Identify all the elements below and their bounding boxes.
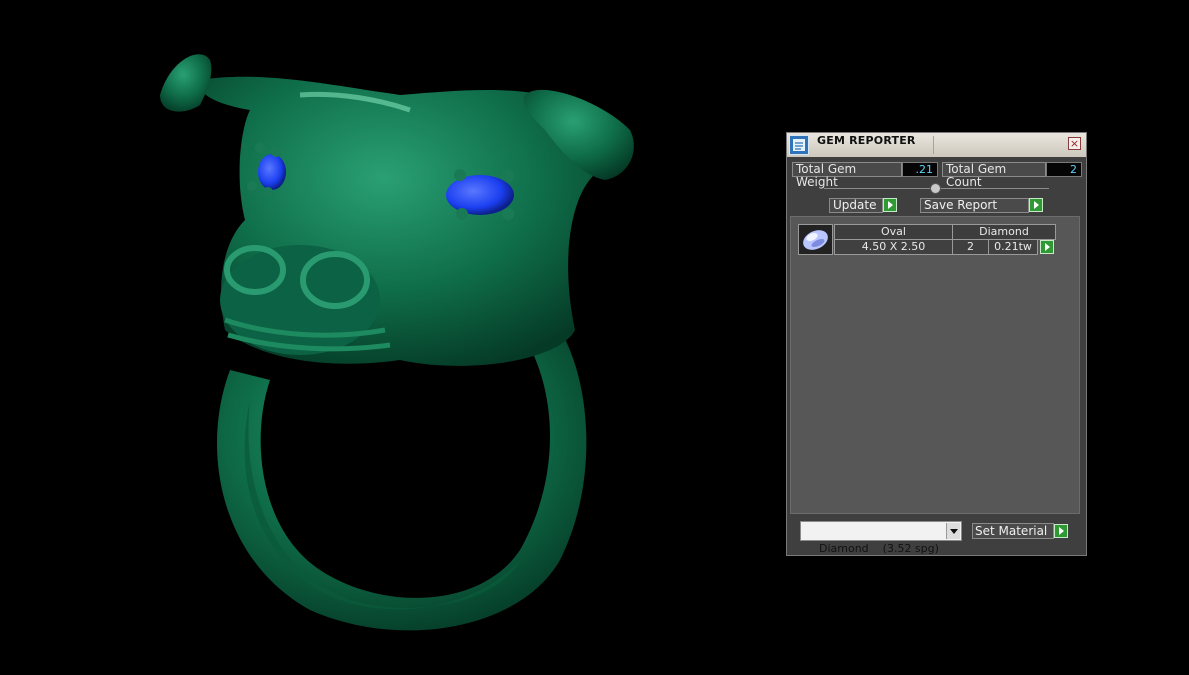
oval-gem-icon[interactable] bbox=[798, 224, 833, 255]
gem-count-cell: 2 bbox=[952, 239, 989, 255]
chevron-down-icon[interactable] bbox=[946, 523, 960, 539]
gem-shape-cell: Oval bbox=[834, 224, 953, 240]
gem-list: Oval Diamond 4.50 X 2.50 2 0.21tw bbox=[790, 216, 1080, 514]
gem-weight-cell: 0.21tw bbox=[988, 239, 1038, 255]
total-gem-count-label: Total Gem Count bbox=[942, 162, 1046, 189]
ring-model[interactable] bbox=[160, 54, 634, 631]
set-material-button[interactable]: Set Material bbox=[972, 523, 1054, 539]
gem-row-go-icon[interactable] bbox=[1040, 240, 1054, 254]
gem-size-cell: 4.50 X 2.50 bbox=[834, 239, 953, 255]
gem-reporter-panel: GEM REPORTER × Total Gem Weight .21 Tota… bbox=[786, 132, 1087, 556]
material-select[interactable]: Diamond (3.52 spg) bbox=[800, 521, 962, 555]
gem-reporter-icon bbox=[789, 135, 809, 155]
splitter-handle[interactable] bbox=[930, 183, 941, 194]
material-select-value: Diamond (3.52 spg) bbox=[819, 542, 939, 555]
save-report-go-icon[interactable] bbox=[1029, 198, 1043, 212]
title-bar[interactable]: GEM REPORTER × bbox=[787, 133, 1086, 157]
close-icon[interactable]: × bbox=[1068, 137, 1081, 150]
save-report-button[interactable]: Save Report bbox=[920, 198, 1029, 213]
total-gem-weight-label: Total Gem Weight bbox=[792, 162, 902, 189]
title-separator bbox=[933, 136, 934, 154]
total-gem-count-value: 2 bbox=[1046, 162, 1082, 177]
left-horn bbox=[160, 54, 212, 112]
set-material-go-icon[interactable] bbox=[1054, 524, 1068, 538]
update-button[interactable]: Update bbox=[829, 198, 883, 213]
total-gem-weight-value: .21 bbox=[902, 162, 938, 177]
panel-title: GEM REPORTER bbox=[817, 134, 916, 147]
ring-band bbox=[216, 330, 587, 631]
gem-material-cell: Diamond bbox=[952, 224, 1056, 240]
update-go-icon[interactable] bbox=[883, 198, 897, 212]
